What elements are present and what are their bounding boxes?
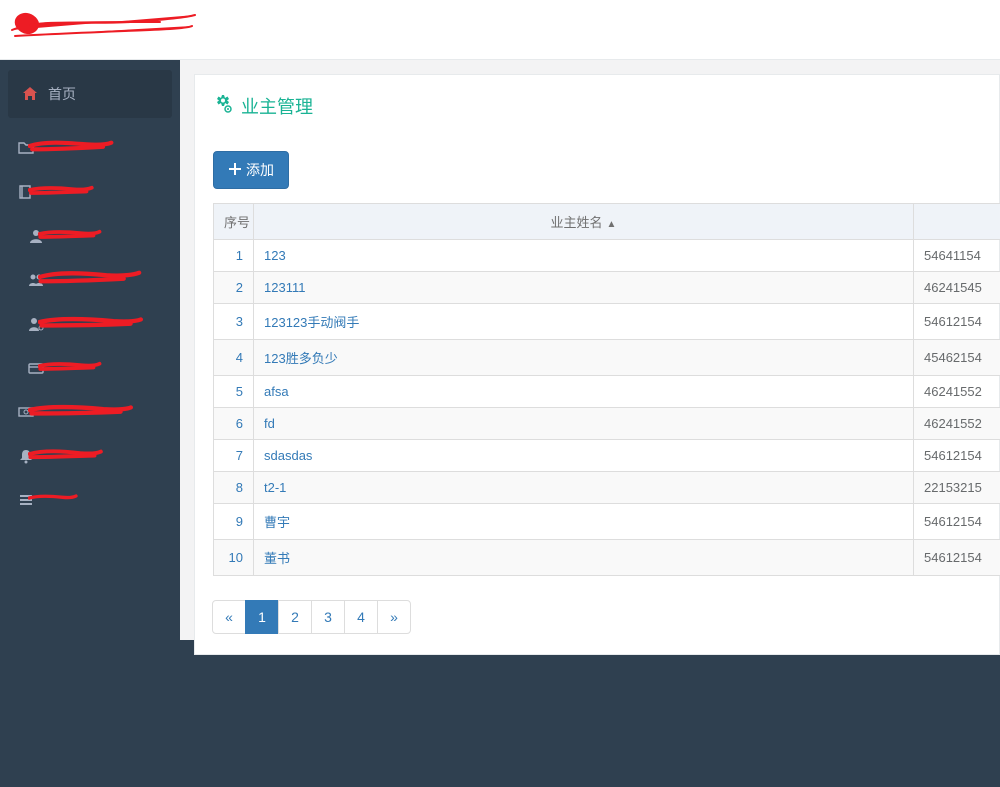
page-2[interactable]: 2	[278, 600, 312, 634]
cell-index: 1	[214, 240, 254, 272]
home-icon	[22, 86, 38, 102]
cogs-icon	[213, 94, 233, 119]
table-row: 212311146241545	[214, 272, 1000, 304]
cell-value: 54612154	[914, 540, 1000, 576]
sidebar-item-home[interactable]: 首页	[8, 70, 172, 118]
cell-name[interactable]: fd	[254, 408, 914, 440]
cell-name[interactable]: 123111	[254, 272, 914, 304]
sidebar-item-2[interactable]	[0, 170, 180, 214]
page-title: 业主管理	[213, 93, 999, 119]
sort-asc-icon: ▲	[607, 219, 617, 230]
cell-index: 5	[214, 376, 254, 408]
cell-index: 8	[214, 472, 254, 504]
table-row: 8t2-122153215	[214, 472, 1000, 504]
col-header-index[interactable]: 序号	[214, 204, 254, 240]
cell-value: 46241545	[914, 272, 1000, 304]
cell-value: 46241552	[914, 376, 1000, 408]
sidebar: 首页	[0, 60, 180, 787]
cell-value: 54612154	[914, 440, 1000, 472]
cell-value: 54612154	[914, 504, 1000, 540]
cell-index: 9	[214, 504, 254, 540]
cell-index: 4	[214, 340, 254, 376]
page-prev[interactable]: «	[212, 600, 246, 634]
table-row: 3123123手动阀手54612154	[214, 304, 1000, 340]
col-header-value[interactable]	[914, 204, 1000, 240]
cell-name[interactable]: 董书	[254, 540, 914, 576]
sidebar-item-label: 首页	[48, 84, 76, 104]
page-3[interactable]: 3	[311, 600, 345, 634]
cell-value: 54612154	[914, 304, 1000, 340]
plus-icon	[228, 162, 242, 179]
cell-value: 46241552	[914, 408, 1000, 440]
cell-index: 6	[214, 408, 254, 440]
table-header-row: 序号 业主姓名▲	[214, 204, 1000, 240]
add-button[interactable]: 添加	[213, 151, 289, 189]
cell-value: 54641154	[914, 240, 1000, 272]
cell-index: 7	[214, 440, 254, 472]
table-row: 10董书54612154	[214, 540, 1000, 576]
page-1[interactable]: 1	[245, 600, 279, 634]
sidebar-item-8[interactable]	[0, 434, 180, 478]
sidebar-item-9[interactable]	[0, 478, 180, 522]
panel: 业主管理 添加 序号 业主姓名▲	[194, 74, 1000, 655]
table-row: 5afsa46241552	[214, 376, 1000, 408]
cell-name[interactable]: afsa	[254, 376, 914, 408]
sidebar-item-6[interactable]	[0, 346, 180, 390]
table-row: 112354641154	[214, 240, 1000, 272]
page-next[interactable]: »	[377, 600, 411, 634]
page-4[interactable]: 4	[344, 600, 378, 634]
main-inner: 业主管理 添加 序号 业主姓名▲	[180, 60, 1000, 640]
page-title-text: 业主管理	[241, 93, 313, 119]
table-row: 9曹宇54612154	[214, 504, 1000, 540]
cell-name[interactable]: 123胜多负少	[254, 340, 914, 376]
main-area: 业主管理 添加 序号 业主姓名▲	[180, 60, 1000, 787]
cell-name[interactable]: 曹宇	[254, 504, 914, 540]
data-table: 序号 业主姓名▲ 1123546411542123111462415453123…	[213, 203, 1000, 576]
table-row: 7sdasdas54612154	[214, 440, 1000, 472]
cell-name[interactable]: 123	[254, 240, 914, 272]
cell-name[interactable]: t2-1	[254, 472, 914, 504]
logo-redacted	[0, 0, 200, 55]
cell-name[interactable]: 123123手动阀手	[254, 304, 914, 340]
sidebar-item-4[interactable]	[0, 258, 180, 302]
pagination: « 1234»	[213, 600, 999, 634]
table-row: 6fd46241552	[214, 408, 1000, 440]
cell-index: 3	[214, 304, 254, 340]
table-row: 4123胜多负少45462154	[214, 340, 1000, 376]
sidebar-item-5[interactable]	[0, 302, 180, 346]
top-header	[0, 0, 1000, 60]
add-button-label: 添加	[246, 160, 274, 180]
cell-index: 2	[214, 272, 254, 304]
cell-value: 45462154	[914, 340, 1000, 376]
sidebar-item-1[interactable]	[0, 126, 180, 170]
cell-index: 10	[214, 540, 254, 576]
cell-value: 22153215	[914, 472, 1000, 504]
sidebar-item-3[interactable]	[0, 214, 180, 258]
col-header-name[interactable]: 业主姓名▲	[254, 204, 914, 240]
cell-name[interactable]: sdasdas	[254, 440, 914, 472]
sidebar-item-7[interactable]	[0, 390, 180, 434]
